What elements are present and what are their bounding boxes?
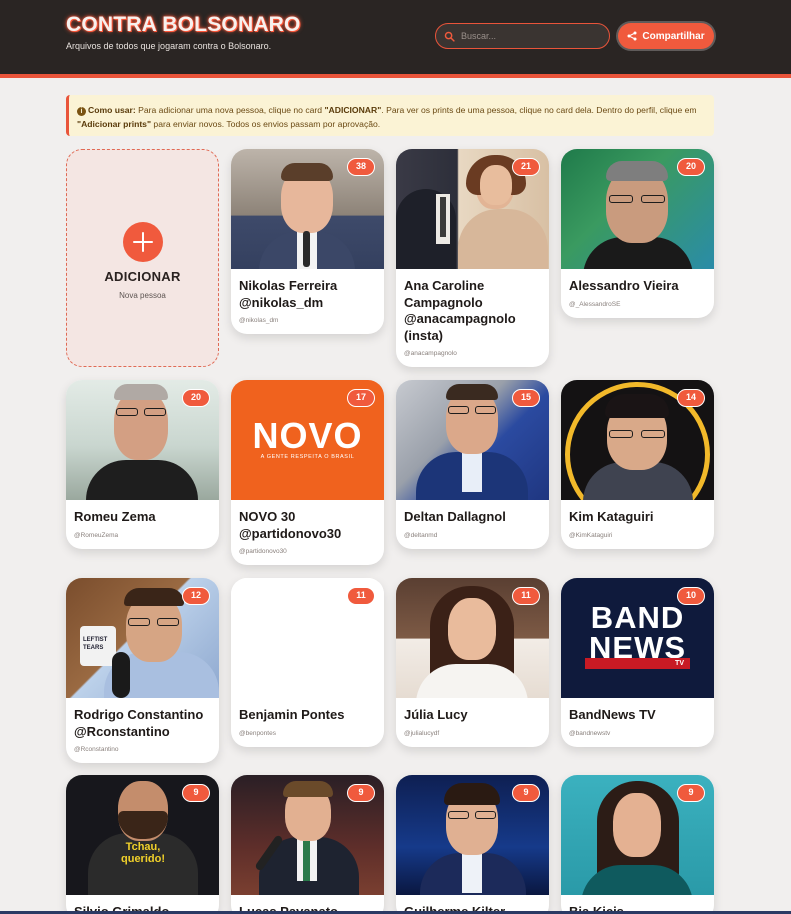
person-handle: @anacampagnolo xyxy=(404,350,457,357)
bandnews-logo: BAND NEWS xyxy=(589,600,686,665)
info-text-2: . Para ver os prints de uma pessoa, cliq… xyxy=(381,105,697,115)
shirt-text: Tchau, querido! xyxy=(121,841,165,865)
person-handle: @partidonovo30 xyxy=(239,548,287,555)
person-card-bandnews[interactable]: BAND NEWS TV 10 BandNews TV @bandnewstv xyxy=(561,578,714,747)
person-card-zema[interactable]: 20 Romeu Zema @RomeuZema xyxy=(66,380,219,549)
search-box[interactable] xyxy=(435,23,610,49)
person-photo: 20 xyxy=(66,380,219,500)
person-card-bia[interactable]: 9 Bia Kicis xyxy=(561,775,714,914)
person-name: Benjamin Pontes xyxy=(239,707,345,722)
person-name: Deltan Dallagnol xyxy=(404,509,506,524)
prints-count-badge: 10 xyxy=(677,587,705,605)
person-photo: 20 xyxy=(561,149,714,269)
person-photo: 9 xyxy=(396,775,549,895)
person-card-ana[interactable]: 21 Ana Caroline Campagnolo @anacampagnol… xyxy=(396,149,549,367)
person-card-novo[interactable]: NOVO A GENTE RESPEITA O BRASIL 17 NOVO 3… xyxy=(231,380,384,565)
person-photo: Tchau, querido! 9 xyxy=(66,775,219,895)
person-name: Kim Kataguiri xyxy=(569,509,654,524)
share-icon xyxy=(627,31,637,41)
person-card-alessandro[interactable]: 20 Alessandro Vieira @_AlessandroSE xyxy=(561,149,714,318)
prints-count-badge: 14 xyxy=(677,389,705,407)
prints-count-badge: 20 xyxy=(677,158,705,176)
prints-count-badge: 21 xyxy=(512,158,540,176)
info-text-1: Para adicionar uma nova pessoa, clique n… xyxy=(135,105,325,115)
person-name: BandNews TV xyxy=(569,707,656,722)
person-handle: @julialucydf xyxy=(404,729,440,737)
novo-slogan: A GENTE RESPEITA O BRASIL xyxy=(260,454,355,460)
person-handle: @benpontes xyxy=(239,729,276,737)
prints-count-badge: 9 xyxy=(512,784,540,802)
person-card-guilherme[interactable]: 9 Guilherme Kilter xyxy=(396,775,549,914)
prints-count-badge: 11 xyxy=(347,587,375,605)
person-photo: 14 xyxy=(561,380,714,500)
person-name: NOVO 30 @partidonovo30 xyxy=(239,509,342,541)
person-photo: BAND NEWS TV 10 xyxy=(561,578,714,698)
novo-logo: NOVO xyxy=(252,415,363,456)
person-card-deltan[interactable]: 15 Deltan Dallagnol @deltanmd xyxy=(396,380,549,549)
person-photo: 21 xyxy=(396,149,549,269)
person-card-rodrigo[interactable]: LEFTIST TEARS 12 Rodrigo Constantino @Rc… xyxy=(66,578,219,763)
person-handle: @deltanmd xyxy=(404,531,438,539)
person-card-benjamin[interactable]: 11 Benjamin Pontes @benpontes xyxy=(231,578,384,747)
add-card-sublabel: Nova pessoa xyxy=(119,291,166,300)
person-card-silvio[interactable]: Tchau, querido! 9 Silvio Grimaldo xyxy=(66,775,219,914)
person-name: Romeu Zema xyxy=(74,509,156,524)
add-person-card[interactable]: ADICIONAR Nova pessoa xyxy=(66,149,219,367)
person-name: Alessandro Vieira xyxy=(569,278,679,293)
mug-text: LEFTIST TEARS xyxy=(83,637,108,651)
person-name: Ana Caroline Campagnolo @anacampagnolo (… xyxy=(404,278,516,343)
person-photo: 9 xyxy=(561,775,714,895)
info-lead: Como usar: xyxy=(88,105,136,115)
how-to-use-banner: i Como usar: Para adicionar uma nova pess… xyxy=(66,95,714,136)
person-photo: 38 xyxy=(231,149,384,269)
prints-count-badge: 38 xyxy=(347,158,375,176)
share-button[interactable]: Compartilhar xyxy=(618,23,714,49)
info-text-3: para enviar novos. Todos os envios passa… xyxy=(151,119,381,129)
info-prints-word: "Adicionar prints" xyxy=(77,119,152,129)
person-photo: 11 xyxy=(396,578,549,698)
person-card-julia[interactable]: 11 Júlia Lucy @julialucydf xyxy=(396,578,549,747)
person-card-lucas[interactable]: 9 Lucas Pavanato xyxy=(231,775,384,914)
person-name: Júlia Lucy xyxy=(404,707,468,722)
person-photo: 9 xyxy=(231,775,384,895)
person-photo: LEFTIST TEARS 12 xyxy=(66,578,219,698)
prints-count-badge: 11 xyxy=(512,587,540,605)
person-handle: @Rconstantino xyxy=(74,746,119,753)
person-card-nikolas[interactable]: 38 Nikolas Ferreira @nikolas_dm @nikolas… xyxy=(231,149,384,334)
person-card-kim[interactable]: 14 Kim Kataguiri @KimKataguiri xyxy=(561,380,714,549)
add-card-label: ADICIONAR xyxy=(104,269,181,284)
person-handle: @_AlessandroSE xyxy=(569,300,621,308)
person-name: Nikolas Ferreira @nikolas_dm xyxy=(239,278,338,310)
person-handle: @KimKataguiri xyxy=(569,531,613,539)
plus-icon xyxy=(123,222,163,262)
prints-count-badge: 15 xyxy=(512,389,540,407)
info-icon: i xyxy=(77,107,86,116)
site-subtitle: Arquivos de todos que jogaram contra o B… xyxy=(66,41,272,51)
prints-count-badge: 9 xyxy=(182,784,210,802)
person-photo: 15 xyxy=(396,380,549,500)
site-title[interactable]: CONTRA BOLSONARO xyxy=(66,13,301,37)
info-add-word: "ADICIONAR" xyxy=(324,105,382,115)
prints-count-badge: 12 xyxy=(182,587,210,605)
search-input[interactable] xyxy=(461,31,601,41)
person-handle: @nikolas_dm xyxy=(239,317,279,324)
share-label: Compartilhar xyxy=(642,30,705,42)
person-handle: @bandnewstv xyxy=(569,729,611,737)
person-photo: 11 xyxy=(231,578,384,698)
prints-count-badge: 9 xyxy=(347,784,375,802)
top-header: CONTRA BOLSONARO Arquivos de todos que j… xyxy=(0,0,791,78)
search-icon xyxy=(444,31,455,42)
person-handle: @RomeuZema xyxy=(74,531,119,539)
person-name: Rodrigo Constantino @Rconstantino xyxy=(74,707,204,739)
prints-count-badge: 17 xyxy=(347,389,375,407)
prints-count-badge: 20 xyxy=(182,389,210,407)
person-photo: NOVO A GENTE RESPEITA O BRASIL 17 xyxy=(231,380,384,500)
bandnews-tv-bar: TV xyxy=(585,658,690,669)
prints-count-badge: 9 xyxy=(677,784,705,802)
